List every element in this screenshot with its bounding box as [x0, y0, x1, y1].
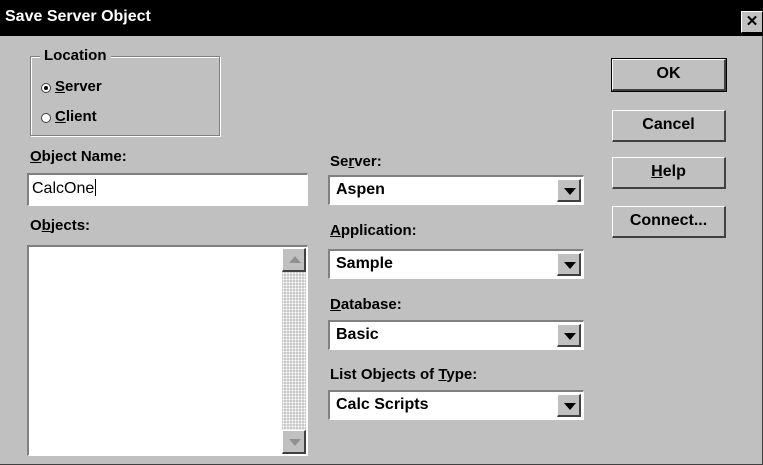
connect-button[interactable]: Connect... — [612, 206, 726, 238]
list-type-dropdown-button[interactable] — [557, 394, 581, 417]
object-name-label: Object Name: — [30, 148, 127, 165]
objects-scrollbar[interactable] — [282, 248, 306, 454]
application-label: Application: — [330, 222, 417, 239]
scroll-up-button[interactable] — [282, 248, 306, 272]
object-name-input[interactable]: CalcOne — [27, 173, 308, 206]
application-dropdown-button[interactable] — [557, 253, 581, 276]
application-value: Sample — [336, 255, 393, 272]
close-button[interactable]: ✕ — [741, 11, 763, 33]
radio-server-label: Server — [55, 78, 102, 95]
objects-label: Objects: — [30, 217, 91, 234]
objects-listbox[interactable] — [27, 245, 308, 456]
scroll-down-button[interactable] — [282, 430, 306, 454]
server-dropdown-button[interactable] — [557, 179, 581, 202]
text-caret — [95, 179, 97, 196]
radio-client-indicator[interactable] — [41, 113, 51, 123]
server-value: Aspen — [336, 181, 385, 198]
database-value: Basic — [336, 326, 379, 343]
database-select[interactable]: Basic — [328, 320, 584, 350]
cancel-button[interactable]: Cancel — [612, 110, 726, 142]
close-icon: ✕ — [745, 13, 759, 30]
list-type-value: Calc Scripts — [336, 396, 429, 413]
help-button[interactable]: Help — [612, 157, 726, 189]
list-type-select[interactable]: Calc Scripts — [328, 390, 584, 420]
radio-client-label: Client — [55, 108, 97, 125]
list-type-label: List Objects of Type: — [330, 366, 478, 383]
radio-server-indicator[interactable] — [41, 83, 51, 93]
database-label: Database: — [330, 296, 402, 313]
server-label: Server: — [330, 153, 382, 170]
server-select[interactable]: Aspen — [328, 175, 584, 205]
title-bar: Save Server Object ✕ — [0, 0, 763, 36]
database-dropdown-button[interactable] — [557, 324, 581, 347]
dialog-title: Save Server Object — [5, 8, 151, 25]
save-server-object-dialog: Save Server Object ✕ Location Server Cli… — [0, 0, 763, 465]
location-legend: Location — [40, 47, 111, 64]
ok-button[interactable]: OK — [611, 58, 727, 92]
application-select[interactable]: Sample — [328, 249, 584, 279]
